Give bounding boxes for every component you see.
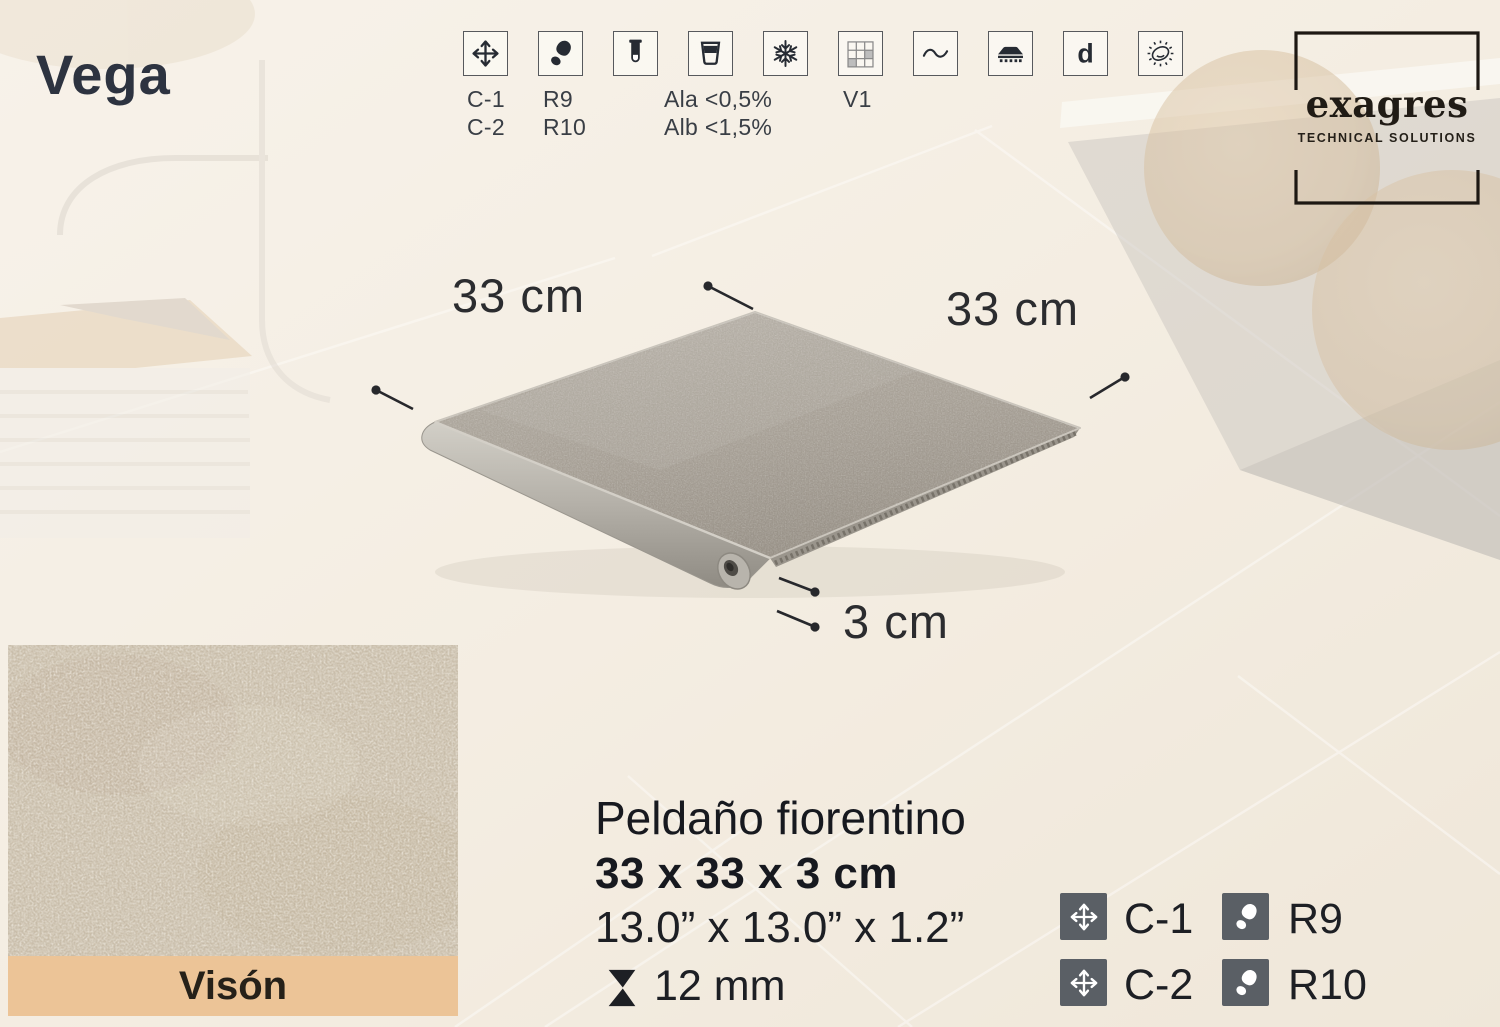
badge-label-c1: C-1 bbox=[1124, 895, 1193, 944]
antibacterial-icon bbox=[1138, 31, 1183, 76]
brand-name: exagres bbox=[1292, 82, 1482, 126]
extruded-base-icon bbox=[988, 31, 1033, 76]
letter-d-icon: d bbox=[1063, 31, 1108, 76]
slip-badge-icon bbox=[1222, 893, 1269, 940]
test-tube-icon bbox=[613, 31, 658, 76]
spec-label-v1: V1 bbox=[843, 86, 872, 113]
spec-label-alb: Alb <1,5% bbox=[664, 114, 772, 141]
dimensions-badge-icon bbox=[1060, 893, 1107, 940]
spec-label-ala: Ala <0,5% bbox=[664, 86, 772, 113]
spec-label-c1: C-1 bbox=[467, 86, 505, 113]
thickness-icon bbox=[602, 968, 642, 1008]
spec-label-r9: R9 bbox=[543, 86, 573, 113]
spec-icon-row: d bbox=[463, 31, 1183, 76]
dimension-depth-label: 33 cm bbox=[946, 281, 1079, 336]
svg-text:d: d bbox=[1077, 38, 1093, 68]
product-size-inches: 13.0” x 13.0” x 1.2” bbox=[595, 903, 964, 953]
brand-logo: exagres TECHNICAL SOLUTIONS bbox=[1292, 30, 1482, 206]
product-datasheet: Vega bbox=[0, 0, 1500, 1027]
dimensions-icon bbox=[463, 31, 508, 76]
badge-label-r10: R10 bbox=[1288, 961, 1367, 1010]
brand-tagline: TECHNICAL SOLUTIONS bbox=[1292, 131, 1482, 145]
product-size-cm: 33 x 33 x 3 cm bbox=[595, 849, 898, 899]
spec-label-r10: R10 bbox=[543, 114, 586, 141]
shade-variation-icon bbox=[838, 31, 883, 76]
product-name: Peldaño fiorentino bbox=[595, 791, 966, 845]
swatch-color-name: Visón bbox=[179, 964, 287, 1009]
spec-label-c2: C-2 bbox=[467, 114, 505, 141]
slip-badge-icon-2 bbox=[1222, 959, 1269, 1006]
product-thickness: 12 mm bbox=[654, 962, 785, 1011]
page-title: Vega bbox=[36, 42, 171, 107]
water-absorption-icon bbox=[688, 31, 733, 76]
dimension-width-label: 33 cm bbox=[452, 268, 585, 323]
badge-label-r9: R9 bbox=[1288, 895, 1343, 944]
badge-label-c2: C-2 bbox=[1124, 961, 1193, 1010]
dimension-height-label: 3 cm bbox=[843, 594, 949, 649]
swatch-name-bar: Visón bbox=[8, 956, 458, 1016]
slip-resistance-icon bbox=[538, 31, 583, 76]
dimensions-badge-icon-2 bbox=[1060, 959, 1107, 1006]
wave-icon bbox=[913, 31, 958, 76]
swatch-texture bbox=[8, 645, 458, 956]
color-swatch: Visón bbox=[8, 645, 458, 1016]
frost-resistance-icon bbox=[763, 31, 808, 76]
